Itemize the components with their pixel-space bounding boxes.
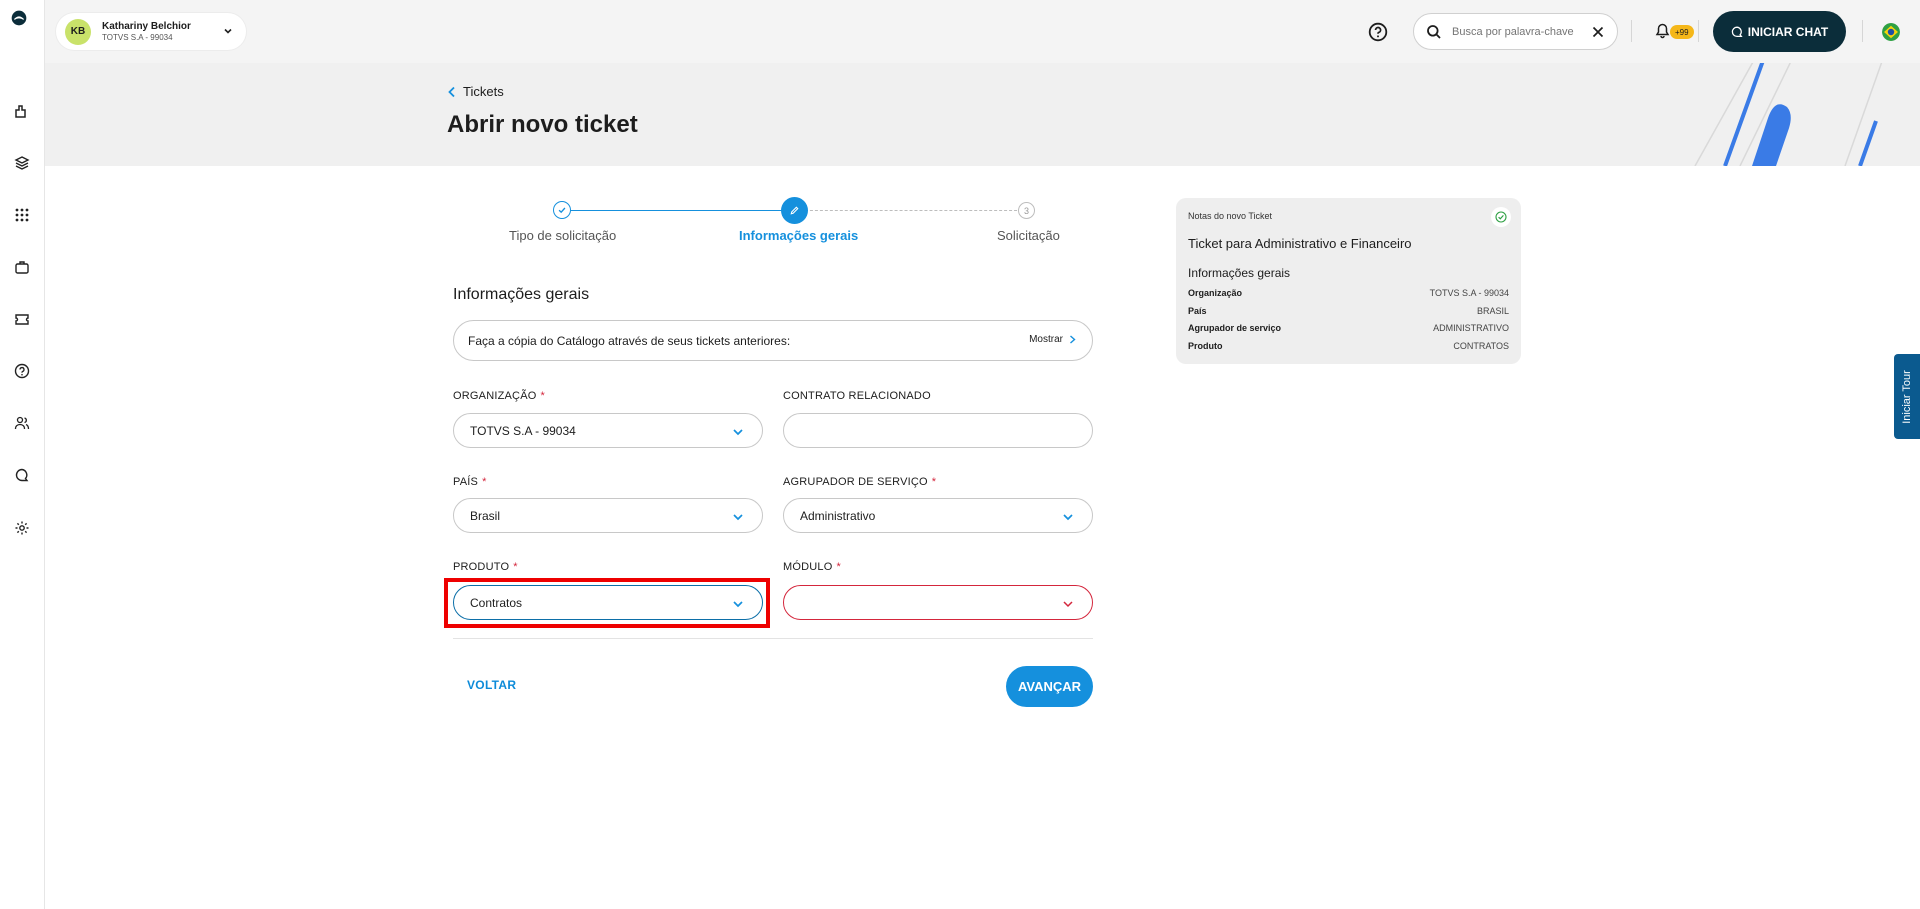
chevron-down-icon [1063,514,1073,521]
start-chat-label: INICIAR CHAT [1747,24,1829,39]
next-button[interactable]: AVANÇAR [1006,666,1093,707]
page-header-band [45,63,1920,166]
show-link-label: Mostrar [1029,334,1063,345]
chevron-right-icon [1070,335,1076,344]
user-org: TOTVS S.A - 99034 [102,32,173,42]
apps-grid-icon[interactable] [13,206,31,224]
pais-select[interactable]: Brasil [453,498,763,533]
search-field[interactable] [1413,13,1618,50]
notes-row-key: País [1188,306,1207,316]
check-circle-icon [1491,207,1511,227]
search-input[interactable] [1452,25,1582,38]
step-1-label[interactable]: Tipo de solicitação [509,228,616,243]
step-active-pencil-icon [781,197,808,224]
agrupador-value: Administrativo [800,508,876,523]
search-icon [1427,24,1441,39]
breadcrumb[interactable]: Tickets [447,84,504,99]
notes-row: Produto CONTRATOS [1188,341,1509,351]
organizacao-label: ORGANIZAÇÃO * [453,390,545,402]
step-done-check-icon [553,201,571,219]
stepper-pending-line [795,210,1027,211]
notes-row-key: Organização [1188,288,1243,298]
settings-icon[interactable] [13,519,31,537]
notification-badge: +99 [1670,25,1694,39]
copy-catalog-text: Faça a cópia do Catálogo através de seus… [468,333,791,348]
brazil-flag-icon[interactable] [1882,23,1900,41]
help-icon[interactable] [13,362,31,380]
notes-row-key: Agrupador de serviço [1188,323,1282,333]
start-tour-label: Iniciar Tour [1901,369,1914,424]
notes-row-key: Produto [1188,341,1223,351]
notes-row: País BRASIL [1188,306,1509,316]
page-title: Abrir novo ticket [447,111,638,138]
pais-value: Brasil [470,508,501,523]
modulo-select[interactable] [783,585,1093,620]
show-link[interactable]: Mostrar [1029,334,1076,345]
organizacao-select[interactable]: TOTVS S.A - 99034 [453,413,763,448]
notes-card: Notas do novo Ticket Ticket para Adminis… [1176,198,1521,364]
breadcrumb-tickets[interactable]: Tickets [463,84,504,99]
agrupador-select[interactable]: Administrativo [783,498,1093,533]
divider [1862,20,1863,42]
contrato-label: CONTRATO RELACIONADO [783,390,931,402]
step-2-label[interactable]: Informações gerais [739,228,858,243]
section-title: Informações gerais [453,286,590,303]
divider [1698,20,1699,42]
organizacao-value: TOTVS S.A - 99034 [470,423,576,438]
notes-title: Notas do novo Ticket [1188,211,1273,221]
chat-icon[interactable] [13,466,31,484]
back-button[interactable]: VOLTAR [467,678,516,692]
step-3-number: 3 [1018,202,1035,219]
produto-label: PRODUTO * [453,561,518,573]
highlight-box [444,578,770,628]
users-icon[interactable] [13,414,31,432]
contrato-input[interactable] [783,413,1093,448]
totvs-logo-icon[interactable] [11,10,35,34]
divider [453,638,1093,639]
notes-subheading: Informações gerais [1188,266,1291,280]
left-nav-rail [0,0,45,909]
chevron-down-icon [224,28,232,34]
briefcase-icon[interactable] [13,258,31,276]
notes-row-value: CONTRATOS [1453,341,1509,351]
close-icon[interactable] [1591,25,1605,39]
bell-icon[interactable] [1655,23,1670,39]
chevron-down-icon [733,429,743,436]
notes-row-value: TOTVS S.A - 99034 [1429,288,1509,298]
decorative-stripes [1694,63,1883,166]
notes-row-value: ADMINISTRATIVO [1433,323,1509,333]
agrupador-label: AGRUPADOR DE SERVIÇO * [783,476,937,488]
notes-row: Agrupador de serviço ADMINISTRATIVO [1188,323,1509,333]
notes-row: Organização TOTVS S.A - 99034 [1188,288,1509,298]
avatar: KB [65,18,91,45]
layers-icon[interactable] [13,154,31,172]
chevron-left-icon [448,86,455,97]
home-icon[interactable] [13,102,31,120]
modulo-label: MÓDULO * [783,561,841,573]
top-bar: KB Kathariny Belchior TOTVS S.A - 99034 [45,0,1920,63]
notes-heading: Ticket para Administrativo e Financeiro [1188,236,1412,251]
step-3-label[interactable]: Solicitação [997,228,1060,243]
pais-label: PAÍS * [453,476,487,488]
chevron-down-icon [1063,601,1073,608]
start-chat-button[interactable]: INICIAR CHAT [1713,11,1846,52]
notes-row-value: BRASIL [1476,306,1509,316]
chat-icon [1731,26,1743,37]
copy-catalog-box[interactable]: Faça a cópia do Catálogo através de seus… [453,320,1093,361]
help-icon[interactable] [1368,22,1388,42]
start-tour-tab[interactable]: Iniciar Tour [1894,354,1920,439]
stepper-progress-line [562,210,795,211]
user-name: Kathariny Belchior [102,20,191,32]
chevron-down-icon [733,514,743,521]
divider [1631,20,1632,42]
ticket-icon[interactable] [13,310,31,328]
user-switcher[interactable]: KB Kathariny Belchior TOTVS S.A - 99034 [56,13,246,50]
